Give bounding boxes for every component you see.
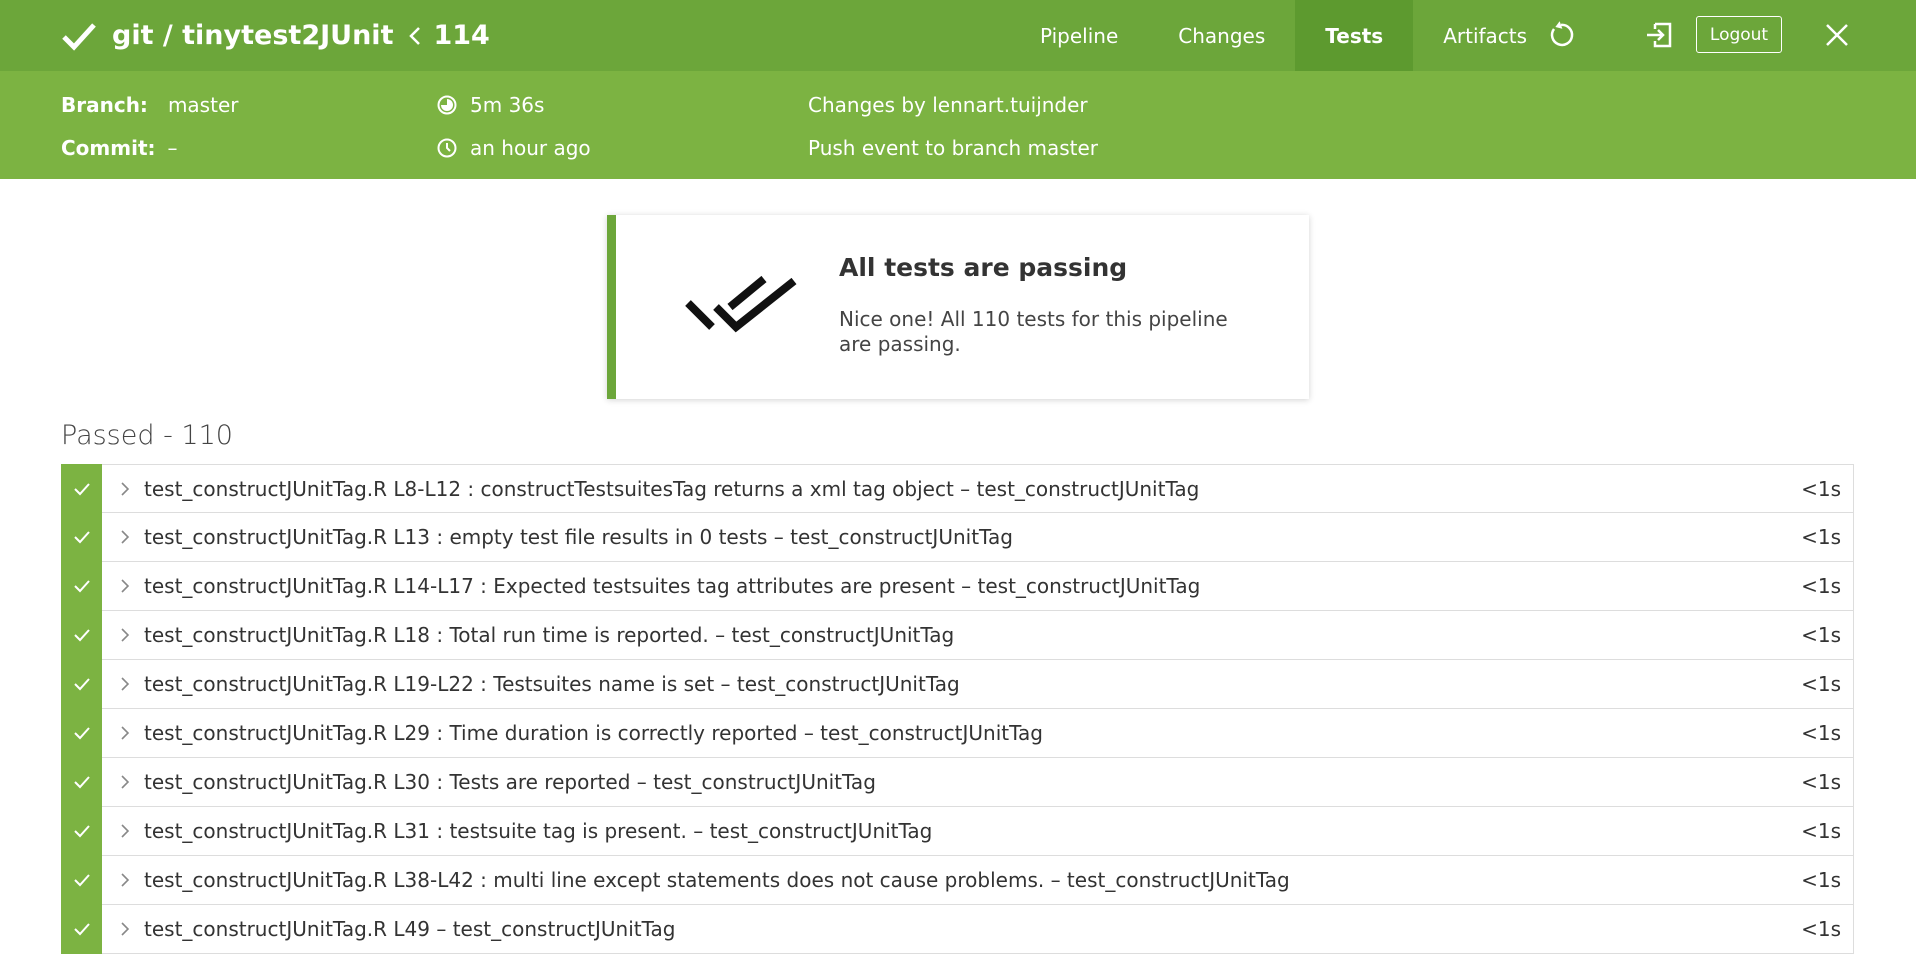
test-row[interactable]: test_constructJUnitTag.R L8-L12 : constr… [61,464,1854,513]
tab-changes[interactable]: Changes [1148,0,1295,71]
test-row[interactable]: test_constructJUnitTag.R L29 : Time dura… [61,708,1854,758]
branch-value: master [167,93,239,117]
top-bar: git / tinytest2JUnit 114 Pipeline Change… [0,0,1916,71]
test-name: test_constructJUnitTag.R L29 : Time dura… [144,721,1043,745]
pass-check-icon [61,464,102,513]
test-duration: <1s [1801,917,1841,941]
chevron-right-icon[interactable] [114,624,136,646]
time-ago-value: an hour ago [470,136,591,160]
open-classic-icon[interactable] [1642,18,1676,52]
pass-check-icon [61,708,102,758]
event-info: Push event to branch master [808,136,1098,160]
commit-value: – [167,136,178,160]
duration-value: 5m 36s [470,93,545,117]
changes-info[interactable]: Changes by lennart.tuijnder [808,93,1088,117]
test-row[interactable]: test_constructJUnitTag.R L30 : Tests are… [61,757,1854,807]
checkmark-icon [60,17,98,55]
chevron-right-icon[interactable] [114,918,136,940]
close-icon[interactable] [1820,18,1854,52]
duration-info: 5m 36s [436,93,544,117]
repo-name[interactable]: git / tinytest2JUnit [112,20,393,51]
pass-check-icon [61,610,102,660]
chevron-right-icon[interactable] [114,722,136,744]
rerun-icon[interactable] [1544,18,1578,52]
pass-check-icon [61,659,102,709]
all-passing-banner: All tests are passing Nice one! All 110 … [607,215,1309,399]
test-row[interactable]: test_constructJUnitTag.R L49 – test_cons… [61,904,1854,954]
test-name: test_constructJUnitTag.R L30 : Tests are… [144,770,876,794]
stopwatch-icon [436,94,458,116]
pass-check-icon [61,806,102,856]
test-row[interactable]: test_constructJUnitTag.R L14-L17 : Expec… [61,561,1854,611]
chevron-left-icon[interactable] [405,25,427,47]
chevron-right-icon[interactable] [114,575,136,597]
test-name: test_constructJUnitTag.R L19-L22 : Tests… [144,672,960,696]
test-result-list: test_constructJUnitTag.R L8-L12 : constr… [61,464,1854,954]
pass-check-icon [61,561,102,611]
test-duration: <1s [1801,623,1841,647]
build-number: 114 [433,20,490,51]
pass-check-icon [61,757,102,807]
tab-tests[interactable]: Tests [1295,0,1414,71]
commit-info: Commit: – [61,136,178,160]
chevron-right-icon[interactable] [114,673,136,695]
banner-title: All tests are passing [839,253,1128,282]
time-info: an hour ago [436,136,591,160]
chevron-right-icon[interactable] [114,820,136,842]
tab-pipeline[interactable]: Pipeline [1010,0,1148,71]
test-row[interactable]: test_constructJUnitTag.R L18 : Total run… [61,610,1854,660]
pass-check-icon [61,904,102,954]
pass-check-icon [61,512,102,562]
test-duration: <1s [1801,574,1841,598]
test-duration: <1s [1801,868,1841,892]
double-check-icon [684,265,804,345]
commit-label: Commit: [61,136,156,160]
run-details-bar: Branch: master Commit: – 5m 36s an hour … [0,71,1916,179]
test-row[interactable]: test_constructJUnitTag.R L13 : empty tes… [61,512,1854,562]
test-duration: <1s [1801,672,1841,696]
pass-check-icon [61,855,102,905]
test-row[interactable]: test_constructJUnitTag.R L31 : testsuite… [61,806,1854,856]
test-row[interactable]: test_constructJUnitTag.R L19-L22 : Tests… [61,659,1854,709]
test-name: test_constructJUnitTag.R L31 : testsuite… [144,819,933,843]
test-duration: <1s [1801,819,1841,843]
chevron-right-icon[interactable] [114,478,136,500]
test-duration: <1s [1801,476,1841,501]
test-duration: <1s [1801,770,1841,794]
logout-button[interactable]: Logout [1696,16,1782,53]
test-row[interactable]: test_constructJUnitTag.R L38-L42 : multi… [61,855,1854,905]
branch-label: Branch: [61,93,148,117]
test-duration: <1s [1801,721,1841,745]
chevron-right-icon[interactable] [114,771,136,793]
branch-info: Branch: master [61,93,238,117]
test-name: test_constructJUnitTag.R L38-L42 : multi… [144,868,1290,892]
test-name: test_constructJUnitTag.R L18 : Total run… [144,623,955,647]
chevron-right-icon[interactable] [114,869,136,891]
banner-text: Nice one! All 110 tests for this pipelin… [839,307,1228,356]
nav-tabs: Pipeline Changes Tests Artifacts [1010,0,1557,71]
chevron-right-icon[interactable] [114,526,136,548]
clock-icon [436,137,458,159]
test-name: test_constructJUnitTag.R L49 – test_cons… [144,917,676,941]
test-duration: <1s [1801,525,1841,549]
test-name: test_constructJUnitTag.R L13 : empty tes… [144,525,1013,549]
test-name: test_constructJUnitTag.R L8-L12 : constr… [144,476,1200,501]
tab-artifacts[interactable]: Artifacts [1413,0,1557,71]
pipeline-title: git / tinytest2JUnit 114 [112,20,490,51]
test-name: test_constructJUnitTag.R L14-L17 : Expec… [144,574,1201,598]
passed-section-title: Passed - 110 [61,420,233,451]
